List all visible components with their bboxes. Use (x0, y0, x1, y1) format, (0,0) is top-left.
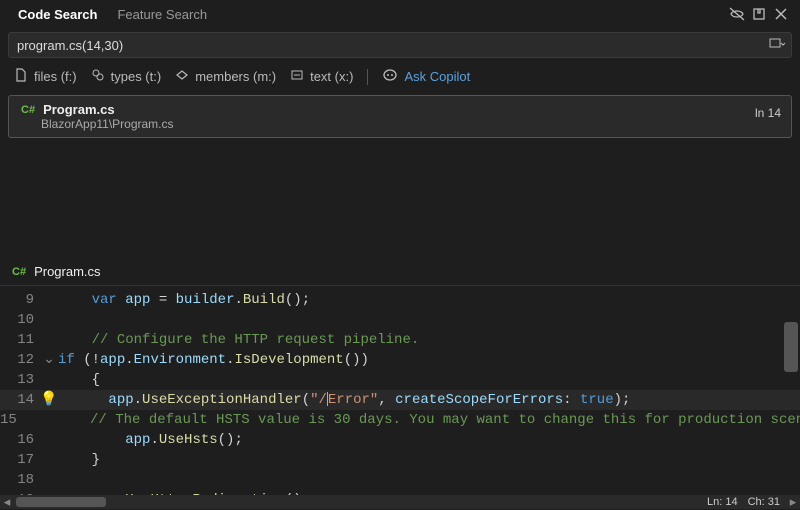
filter-text-label: text (x:) (310, 69, 353, 84)
status-bar: Ln: 14 Ch: 31 (707, 495, 780, 509)
status-line: Ln: 14 (707, 496, 738, 508)
search-dropdown-icon[interactable] (768, 36, 786, 54)
gutter-line-number: 18 (0, 470, 40, 490)
result-title: Program.cs (43, 102, 115, 117)
filter-files-label: files (f:) (34, 69, 77, 84)
filter-text[interactable]: text (x:) (290, 68, 353, 85)
gutter-line-number: 12 (0, 350, 40, 370)
editor-filename: Program.cs (34, 264, 100, 279)
gutter-line-number: 13 (0, 370, 40, 390)
tabs-header: Code Search Feature Search (0, 0, 800, 28)
ask-copilot-label: Ask Copilot (404, 69, 470, 84)
filter-files[interactable]: files (f:) (14, 68, 77, 85)
filter-types-label: types (t:) (111, 69, 162, 84)
scroll-thumb[interactable] (16, 497, 106, 507)
filter-separator (367, 69, 368, 85)
text-icon (290, 68, 304, 85)
horizontal-scrollbar[interactable]: ◂ ▸ Ln: 14 Ch: 31 (0, 495, 800, 509)
tab-code-search[interactable]: Code Search (8, 3, 107, 26)
gutter-line-number: 15 (0, 410, 23, 430)
code-editor[interactable]: 9 var app = builder.Build(); 10 11 // Co… (0, 285, 800, 471)
gutter-line-number: 16 (0, 430, 40, 450)
filter-row: files (f:) types (t:) members (m:) text … (0, 62, 800, 91)
editor-header: C# Program.cs (0, 258, 800, 285)
close-icon[interactable] (770, 3, 792, 25)
result-path: BlazorApp11\Program.cs (41, 117, 781, 131)
search-input[interactable] (8, 32, 792, 58)
copilot-icon (382, 68, 398, 85)
gutter-line-number: 14 (0, 390, 40, 410)
lightbulb-icon[interactable]: 💡 (40, 390, 58, 410)
csharp-icon: C# (19, 104, 37, 116)
scroll-left-arrow[interactable]: ◂ (0, 494, 14, 510)
gutter-line-number: 10 (0, 310, 40, 330)
status-col: Ch: 31 (748, 496, 780, 508)
pin-icon[interactable] (748, 3, 770, 25)
preview-toggle-icon[interactable] (726, 3, 748, 25)
gutter-line-number: 11 (0, 330, 40, 350)
result-line-label: ln 14 (755, 106, 781, 120)
fold-icon[interactable]: ⌄ (40, 350, 58, 370)
vertical-scrollbar[interactable] (784, 322, 798, 372)
ask-copilot[interactable]: Ask Copilot (382, 68, 470, 85)
file-icon (14, 68, 28, 85)
filter-types[interactable]: types (t:) (91, 68, 162, 85)
gutter-line-number: 9 (0, 290, 40, 310)
gutter-line-number: 17 (0, 450, 40, 470)
filter-members[interactable]: members (m:) (175, 68, 276, 85)
filter-members-label: members (m:) (195, 69, 276, 84)
csharp-icon: C# (10, 266, 28, 278)
types-icon (91, 68, 105, 85)
search-result[interactable]: C# Program.cs BlazorApp11\Program.cs ln … (8, 95, 792, 138)
scroll-right-arrow[interactable]: ▸ (786, 494, 800, 510)
tab-feature-search[interactable]: Feature Search (107, 3, 217, 26)
members-icon (175, 68, 189, 85)
search-row (8, 32, 792, 58)
